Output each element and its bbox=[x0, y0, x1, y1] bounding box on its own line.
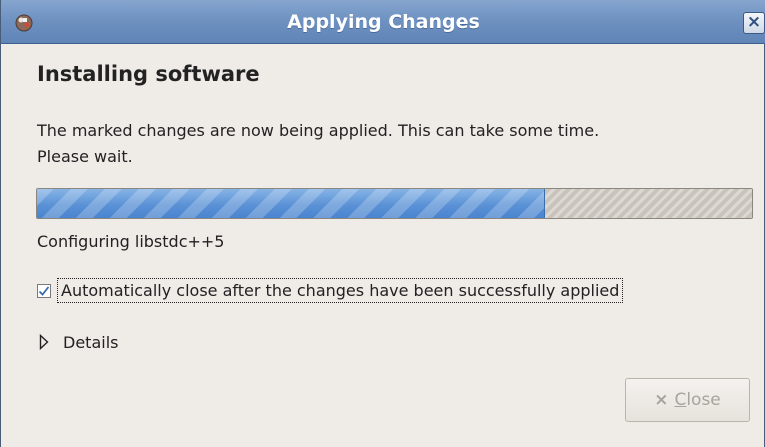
close-icon: × bbox=[746, 12, 762, 32]
close-icon: × bbox=[654, 390, 669, 410]
progress-fill bbox=[37, 189, 545, 218]
applying-changes-dialog: Applying Changes × Installing software T… bbox=[0, 0, 765, 447]
close-label-rest: lose bbox=[686, 390, 721, 410]
close-button[interactable]: × Close bbox=[625, 378, 750, 422]
close-mnemonic: C bbox=[674, 390, 687, 410]
auto-close-label[interactable]: Automatically close after the changes ha… bbox=[57, 277, 624, 303]
auto-close-option[interactable]: Automatically close after the changes ha… bbox=[37, 276, 624, 304]
page-heading: Installing software bbox=[37, 62, 260, 86]
expander-triangle-icon[interactable] bbox=[39, 334, 49, 350]
current-action-label: Configuring libstdc++5 bbox=[37, 232, 225, 251]
details-label: Details bbox=[63, 332, 119, 352]
progress-bar bbox=[36, 188, 753, 219]
auto-close-checkbox[interactable] bbox=[37, 284, 51, 298]
status-message: The marked changes are now being applied… bbox=[37, 121, 600, 166]
checkmark-icon bbox=[38, 286, 50, 296]
window-title: Applying Changes bbox=[287, 11, 480, 33]
window-close-button[interactable]: × bbox=[743, 12, 765, 34]
details-expander[interactable]: Details bbox=[39, 330, 118, 354]
title-bar[interactable]: Applying Changes × bbox=[1, 0, 765, 44]
